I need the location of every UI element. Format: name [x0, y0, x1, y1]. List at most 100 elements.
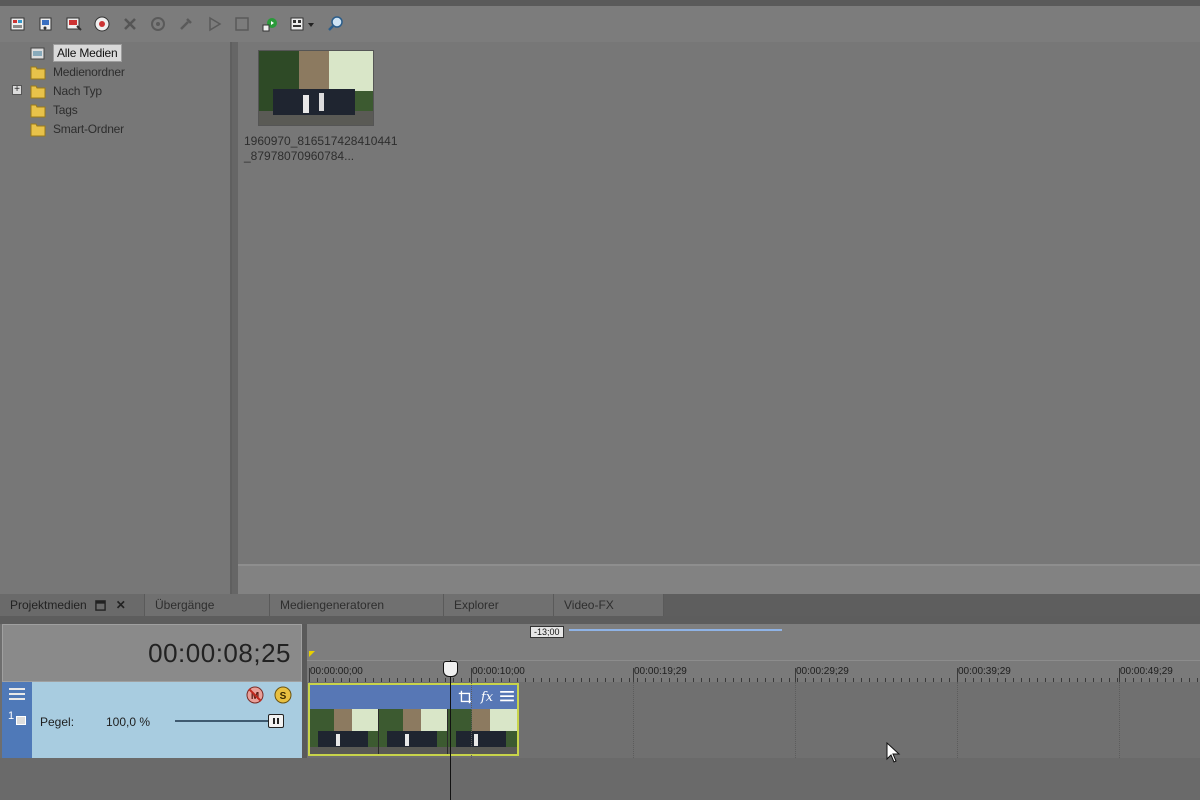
playhead-handle[interactable] [443, 661, 458, 677]
loop-region-bar[interactable] [569, 629, 782, 631]
properties-button[interactable] [174, 12, 198, 36]
views-button[interactable] [286, 12, 320, 36]
media-status-bar [238, 564, 1200, 594]
level-slider-track[interactable] [175, 720, 275, 722]
mute-icon[interactable]: M [246, 686, 264, 704]
level-value: 100,0 % [106, 715, 151, 729]
tab-explorer[interactable]: Explorer [444, 594, 554, 616]
stop-button[interactable] [230, 12, 254, 36]
tree-item-label: Medienordner [53, 65, 125, 79]
ruler-major-tick [1119, 668, 1120, 682]
auto-preview-icon [262, 18, 277, 32]
timecode-display: 00:00:08;25 [2, 624, 302, 682]
video-track-icon [16, 716, 26, 725]
event-fx-icon[interactable]: fx [478, 688, 496, 706]
clip-frames [310, 709, 517, 754]
clip-frame-thumbnail [448, 709, 517, 754]
level-slider-thumb[interactable] [268, 714, 284, 728]
timecode-text: 00:00:08;25 [148, 638, 291, 668]
tab-label: Mediengeneratoren [280, 598, 385, 612]
remove-button[interactable] [118, 12, 142, 36]
tree-item-medienordner[interactable]: Medienordner [30, 63, 125, 81]
empty-track-area[interactable] [0, 758, 1200, 800]
timeline-grid-line [795, 682, 796, 758]
folder-icon [30, 123, 46, 137]
vegas-window: Alle Medien Medienordner + Nach Typ Tags… [0, 0, 1200, 800]
tree-item-tags[interactable]: Tags [30, 101, 78, 119]
ruler-label: 00:00:00;00 [310, 666, 363, 677]
play-button[interactable] [202, 12, 226, 36]
tab-uebergaenge[interactable]: Übergänge [145, 594, 270, 616]
playhead-line [450, 660, 451, 800]
views-icon [290, 17, 314, 31]
media-tree-panel: Alle Medien Medienordner + Nach Typ Tags… [0, 42, 232, 594]
folder-icon [30, 85, 46, 99]
tab-video-fx[interactable]: Video-FX [554, 594, 664, 616]
media-thumbnail[interactable] [258, 50, 374, 126]
loop-region-label[interactable]: -13;00 [530, 626, 564, 638]
folder-icon [30, 66, 46, 80]
timeline-grid-line [633, 682, 634, 758]
tree-item-smart-ordner[interactable]: Smart-Ordner [30, 120, 124, 138]
maximize-icon[interactable] [95, 599, 107, 611]
ruler-label: 00:00:29;29 [796, 666, 849, 677]
media-fx-button[interactable] [146, 12, 170, 36]
timeline-grid-line [1119, 682, 1120, 758]
folder-icon [30, 104, 46, 118]
tree-item-alle-medien[interactable]: Alle Medien [30, 44, 122, 62]
clip-frame-thumbnail [310, 709, 379, 754]
tab-label: Übergänge [155, 598, 215, 612]
extract-audio-button[interactable] [90, 12, 114, 36]
timeline-grid-line [471, 682, 472, 758]
capture-video-icon [39, 17, 52, 31]
track-menu-icon[interactable] [9, 688, 25, 702]
import-media-icon [10, 17, 25, 31]
level-label: Pegel: [40, 715, 75, 729]
properties-icon [180, 18, 192, 30]
tree-item-label: Alle Medien [53, 44, 122, 62]
ruler-label: 00:00:19;29 [634, 666, 687, 677]
video-track-header[interactable]: 1 M S Pegel: 100,0 % [2, 682, 302, 758]
tree-item-label: Smart-Ordner [53, 122, 124, 136]
solo-icon[interactable]: S [274, 686, 292, 704]
tree-item-label: Tags [53, 103, 78, 117]
timeline-grid-line [957, 682, 958, 758]
tab-projektmedien[interactable]: Projektmedien ✕ [0, 594, 145, 616]
get-media-button[interactable] [62, 12, 86, 36]
video-track-lane[interactable]: fx [307, 682, 1200, 758]
capture-video-button[interactable] [34, 12, 58, 36]
tab-label: Projektmedien [10, 598, 87, 612]
tab-label: Explorer [454, 598, 499, 612]
track-number: 1 [8, 710, 15, 722]
timeline-divider[interactable] [0, 616, 1200, 624]
in-point-marker[interactable] [309, 651, 315, 657]
clip-header[interactable]: fx [310, 685, 517, 709]
all-media-icon [30, 47, 45, 60]
group-photo-thumbnail [259, 51, 373, 125]
close-icon[interactable]: ✕ [115, 598, 127, 612]
media-list-area: 1960970_816517428410441_87978070960784..… [238, 42, 1200, 564]
ruler-major-tick [795, 668, 796, 682]
window-docking-tabs: Projektmedien ✕ Übergänge Mediengenerato… [0, 594, 1200, 616]
remove-icon [124, 18, 136, 30]
track-strip: 1 [2, 682, 32, 758]
search-icon [328, 16, 343, 31]
media-caption: 1960970_816517428410441_87978070960784..… [244, 134, 398, 163]
get-media-icon [66, 17, 82, 31]
search-button[interactable] [324, 12, 348, 36]
marker-bar[interactable]: -13;00 [307, 624, 1200, 660]
auto-preview-button[interactable] [258, 12, 282, 36]
tab-mediengeneratoren[interactable]: Mediengeneratoren [270, 594, 444, 616]
play-icon [209, 16, 222, 32]
clip-menu-icon[interactable] [498, 688, 516, 706]
video-event-clip[interactable]: fx [308, 683, 519, 756]
media-fx-icon [151, 17, 165, 31]
time-ruler[interactable]: 00:00:00;00 00:00:10;00 00:00:19;29 00:00:2… [307, 660, 1200, 682]
mouse-cursor-icon [886, 742, 901, 763]
ruler-label: 00:00:10;00 [472, 666, 525, 677]
ruler-major-tick [633, 668, 634, 682]
project-media-toolbar [0, 0, 1200, 42]
tree-item-nach-typ[interactable]: Nach Typ [30, 82, 102, 100]
expand-toggle[interactable]: + [12, 85, 22, 95]
import-media-button[interactable] [6, 12, 30, 36]
